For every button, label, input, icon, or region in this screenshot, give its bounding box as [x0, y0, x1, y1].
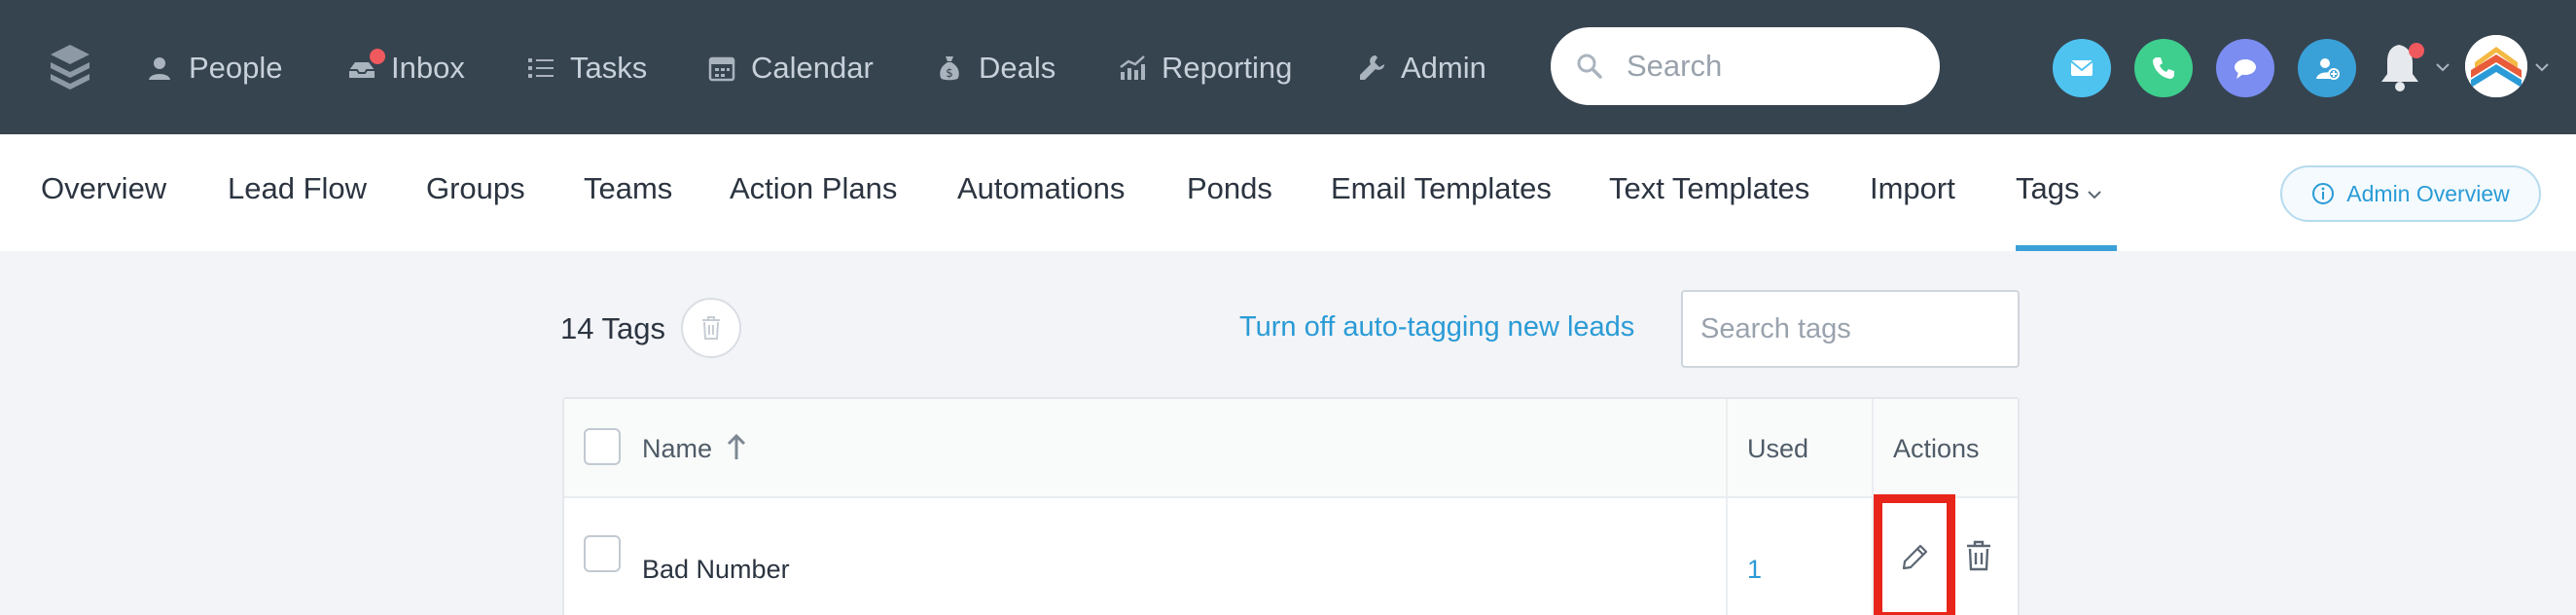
wrench-icon: [1360, 55, 1384, 80]
email-button[interactable]: [2053, 39, 2111, 97]
admin-overview-label: Admin Overview: [2346, 180, 2510, 206]
tab-teams[interactable]: Teams: [584, 171, 672, 206]
chat-button[interactable]: [2216, 39, 2274, 97]
add-person-icon: [2316, 58, 2340, 80]
tab-email-templates[interactable]: Email Templates: [1331, 171, 1552, 206]
tags-count: 14 Tags: [560, 311, 666, 345]
chat-icon: [2235, 59, 2256, 79]
delete-tag-button[interactable]: [1963, 539, 1994, 572]
nav-inbox[interactable]: Inbox: [346, 45, 465, 91]
account-chevron-down-icon[interactable]: [2533, 61, 2551, 73]
active-tab-indicator: [2016, 245, 2117, 251]
nav-tasks-label: Tasks: [570, 51, 648, 85]
search-icon: [1577, 54, 1602, 79]
add-contact-button[interactable]: [2298, 39, 2356, 97]
tag-used-count[interactable]: 1: [1747, 555, 1762, 585]
tag-name: Bad Number: [642, 555, 790, 584]
info-icon: [2312, 183, 2335, 204]
column-header-used[interactable]: Used: [1747, 434, 1808, 464]
tab-import[interactable]: Import: [1870, 171, 1955, 206]
money-bag-icon: $: [940, 56, 959, 81]
global-search-input[interactable]: [1627, 49, 1918, 84]
global-search[interactable]: [1551, 27, 1940, 105]
row-checkbox[interactable]: [584, 535, 621, 572]
search-tags-input[interactable]: [1681, 290, 2020, 368]
tab-groups[interactable]: Groups: [426, 171, 525, 206]
nav-deals[interactable]: $ Deals: [934, 45, 1055, 91]
avatar[interactable]: [2465, 35, 2527, 97]
nav-reporting-label: Reporting: [1162, 51, 1293, 85]
column-header-actions: Actions: [1893, 434, 1980, 463]
nav-admin[interactable]: Admin: [1356, 45, 1486, 91]
notifications-chevron-down-icon[interactable]: [2434, 61, 2451, 73]
phone-icon: [2153, 57, 2174, 79]
tab-action-plans[interactable]: Action Plans: [730, 171, 897, 206]
bulk-delete-button[interactable]: [681, 298, 741, 358]
tab-tags[interactable]: Tags: [2016, 171, 2079, 206]
list-icon: [528, 58, 554, 78]
tags-table: Name Used Actions Bad Number 1: [562, 397, 2020, 615]
nav-calendar-label: Calendar: [751, 51, 874, 85]
select-all-checkbox[interactable]: [584, 428, 621, 465]
logo-icon[interactable]: [49, 43, 91, 90]
nav-deals-label: Deals: [979, 51, 1056, 85]
nav-calendar[interactable]: Calendar: [706, 45, 874, 91]
tab-text-templates[interactable]: Text Templates: [1609, 171, 1809, 206]
nav-people-label: People: [189, 51, 283, 85]
tab-ponds[interactable]: Ponds: [1187, 171, 1272, 206]
tags-chevron-down-icon[interactable]: [2086, 189, 2103, 200]
avatar-logo-icon: [2465, 35, 2527, 97]
tab-overview[interactable]: Overview: [41, 171, 166, 206]
sort-ascending-icon[interactable]: [726, 432, 747, 461]
column-divider: [1726, 399, 1728, 615]
notification-dot: [2409, 43, 2424, 58]
tab-automations[interactable]: Automations: [957, 171, 1125, 206]
chart-icon: [1120, 55, 1145, 80]
nav-tasks[interactable]: Tasks: [525, 45, 647, 91]
turn-off-autotagging-link[interactable]: Turn off auto-tagging new leads: [1239, 311, 1634, 344]
column-header-name[interactable]: Name: [642, 434, 712, 464]
nav-admin-label: Admin: [1401, 51, 1486, 85]
edit-tag-button[interactable]: [1874, 494, 1955, 615]
pencil-icon: [1902, 544, 1928, 570]
nav-people[interactable]: People: [144, 45, 283, 91]
nav-inbox-label: Inbox: [391, 51, 465, 85]
admin-subnav: Overview Lead Flow Groups Teams Action P…: [0, 134, 2576, 251]
tab-lead-flow[interactable]: Lead Flow: [228, 171, 367, 206]
admin-overview-button[interactable]: Admin Overview: [2280, 165, 2541, 222]
top-navigation: People Inbox Tasks Calendar $ Deals Repo…: [0, 0, 2576, 134]
nav-reporting[interactable]: Reporting: [1117, 45, 1292, 91]
phone-button[interactable]: [2134, 39, 2193, 97]
inbox-notification-dot: [370, 49, 385, 64]
trash-icon: [702, 316, 720, 340]
svg-text:$: $: [946, 66, 953, 80]
person-icon: [149, 57, 170, 80]
calendar-icon: [708, 56, 735, 82]
email-icon: [2070, 60, 2093, 76]
